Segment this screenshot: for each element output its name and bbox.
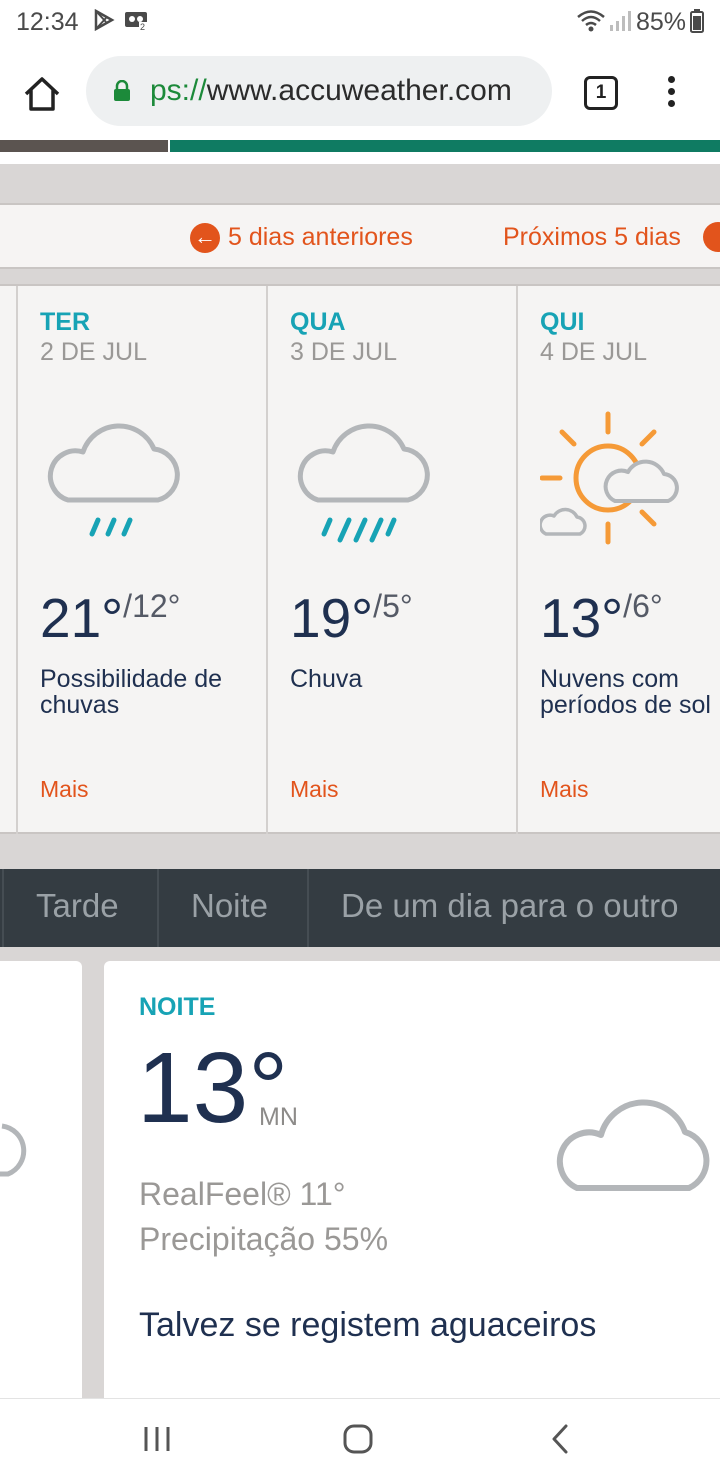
sun-cloud-icon — [540, 411, 679, 545]
tab-divider — [2, 869, 4, 947]
back-icon[interactable] — [548, 1423, 572, 1455]
url-text: ps://www.accuweather.com — [150, 74, 512, 108]
screen: 12:34 2 85% ps://www.accuweather.com 1 ←… — [0, 0, 720, 1480]
play-store-icon — [94, 9, 115, 31]
voicemail-icon: 2 — [125, 12, 149, 31]
next-days-label: Próximos 5 dias — [503, 223, 681, 251]
tab-switcher-button[interactable]: 1 — [584, 76, 618, 110]
day-card[interactable]: QUA 3 DE JUL 19°/5° Chuva Mais — [266, 286, 516, 834]
day-range-nav: ← 5 dias anteriores Próximos 5 dias — [0, 203, 720, 269]
period-label: NOITE — [139, 993, 216, 1021]
status-time: 12:34 — [16, 8, 79, 36]
night-temp-unit: MN — [259, 1103, 298, 1131]
day-of-week: QUI — [540, 308, 585, 336]
next-days-link[interactable]: Próximos 5 dias — [503, 223, 681, 252]
heavy-rain-cloud-icon — [297, 423, 430, 543]
previous-days-label: 5 dias anteriores — [228, 223, 413, 251]
hero-banner — [0, 140, 720, 152]
more-link[interactable]: Mais — [290, 776, 339, 803]
high-temp: 21° — [40, 587, 124, 649]
low-temp: /6° — [623, 588, 663, 624]
previous-days-link[interactable]: ← 5 dias anteriores — [190, 223, 413, 254]
more-link[interactable]: Mais — [540, 776, 589, 803]
high-temp: 13° — [540, 587, 624, 649]
url-scheme: ps:// — [150, 74, 207, 107]
temperature: 21°/12° — [40, 586, 180, 650]
low-temp: /5° — [373, 588, 413, 624]
tab-divider — [307, 869, 309, 947]
tab-overnight[interactable]: De um dia para o outro — [341, 869, 679, 947]
recent-apps-icon[interactable] — [142, 1425, 172, 1453]
condition-text: Possibilidade de chuvas — [40, 665, 223, 719]
period-tab-bar: Tarde Noite De um dia para o outro — [0, 869, 720, 947]
day-card[interactable]: QUI 4 DE JUL 13°/6° Nuvens com períodos … — [516, 286, 720, 834]
forecast-phrase: Talvez se registem aguaceiros — [139, 1306, 597, 1344]
tab-afternoon[interactable]: Tarde — [36, 869, 119, 947]
battery-icon — [690, 9, 704, 33]
condition-text: Chuva — [290, 665, 363, 693]
high-temp: 19° — [290, 587, 374, 649]
status-bar: 12:34 2 85% — [0, 0, 720, 44]
browser-toolbar: ps://www.accuweather.com 1 — [0, 44, 720, 140]
tab-night[interactable]: Noite — [191, 869, 268, 947]
signal-icon — [610, 11, 631, 31]
home-icon[interactable] — [22, 74, 62, 114]
temperature: 13°/6° — [540, 586, 663, 650]
previous-period-card[interactable] — [0, 961, 82, 1401]
day-date: 3 DE JUL — [290, 338, 397, 366]
low-temp: /12° — [123, 588, 181, 624]
url-host: www.accuweather.com — [206, 74, 512, 107]
day-date: 4 DE JUL — [540, 338, 647, 366]
cloud-icon — [0, 1123, 27, 1177]
rain-cloud-icon — [47, 423, 180, 537]
overflow-menu-icon[interactable] — [664, 76, 678, 112]
night-forecast-card[interactable]: NOITE 13° MN RealFeel® 11° Precipitação … — [104, 961, 720, 1401]
cloud-icon — [556, 1099, 710, 1191]
temperature: 19°/5° — [290, 586, 413, 650]
day-card[interactable]: TER 2 DE JUL 21°/12° Possibilidade de ch… — [16, 286, 266, 834]
wifi-icon — [577, 10, 605, 32]
tab-divider — [157, 869, 159, 947]
daily-forecast-cards: TER 2 DE JUL 21°/12° Possibilidade de ch… — [0, 284, 720, 834]
battery-percent: 85% — [635, 8, 686, 36]
lock-icon — [114, 80, 130, 101]
day-of-week: QUA — [290, 308, 346, 336]
condition-text: Nuvens com períodos de sol — [540, 665, 711, 719]
address-bar[interactable]: ps://www.accuweather.com — [86, 56, 552, 126]
day-of-week: TER — [40, 308, 90, 336]
system-nav-bar — [0, 1398, 720, 1480]
precipitation-text: Precipitação 55% — [139, 1221, 389, 1257]
realfeel-text: RealFeel® 11° — [139, 1176, 346, 1212]
day-date: 2 DE JUL — [40, 338, 147, 366]
arrow-left-icon: ← — [190, 223, 220, 254]
svg-text:2: 2 — [140, 22, 145, 31]
more-link[interactable]: Mais — [40, 776, 89, 803]
home-nav-icon[interactable] — [342, 1423, 374, 1455]
